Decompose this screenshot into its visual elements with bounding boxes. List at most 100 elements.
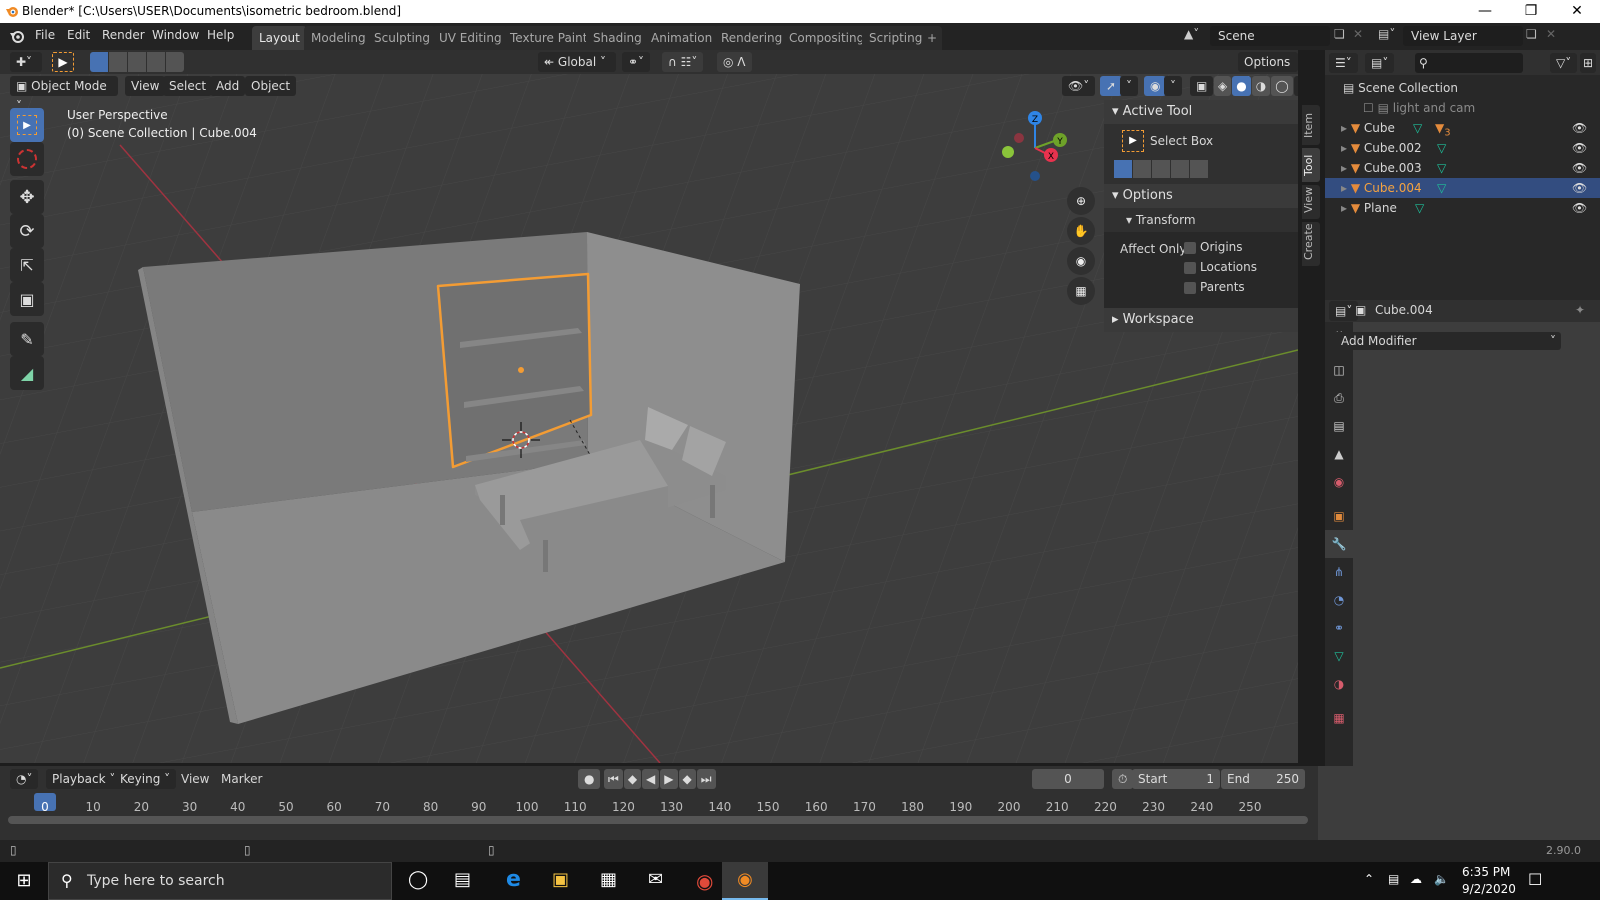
menu-object[interactable]: Object: [245, 76, 297, 96]
tab-world[interactable]: ◉: [1325, 468, 1353, 496]
material-shading-button[interactable]: ◑: [1251, 76, 1271, 96]
outliner-editor-type[interactable]: ☰˅: [1329, 53, 1358, 73]
tab-sculpting[interactable]: Sculpting: [367, 26, 438, 50]
shading-dropdown[interactable]: ˅: [1293, 76, 1298, 96]
menu-file[interactable]: File: [35, 28, 55, 42]
measure-tool[interactable]: ◢: [10, 356, 44, 390]
tab-data[interactable]: ▽: [1325, 642, 1353, 670]
display-mode-dropdown[interactable]: ▤˅: [1365, 53, 1395, 73]
volume-icon[interactable]: 🔈: [1434, 872, 1449, 886]
mode-extend-button[interactable]: [109, 52, 127, 72]
sidebar-tab-create[interactable]: Create: [1302, 222, 1320, 266]
tab-constraints[interactable]: ⚭: [1325, 614, 1353, 642]
mode-intersect-button[interactable]: [166, 52, 184, 72]
tab-output[interactable]: ⎙: [1325, 384, 1353, 412]
parents-checkbox[interactable]: Parents: [1184, 280, 1245, 294]
delete-view-layer-icon[interactable]: ✕: [1546, 27, 1556, 41]
gizmo-toggle[interactable]: ➚: [1100, 76, 1123, 96]
mode-new-button[interactable]: [1114, 160, 1132, 178]
view-layer-field[interactable]: View Layer: [1403, 26, 1523, 46]
visibility-eye-icon[interactable]: 👁: [1572, 118, 1587, 138]
move-tool[interactable]: ✥: [10, 180, 44, 214]
pin-icon[interactable]: ✦: [1575, 303, 1585, 317]
active-tool-header[interactable]: ▾ Active Tool: [1104, 100, 1298, 124]
select-box-tool[interactable]: ▶: [10, 108, 44, 142]
chrome-icon[interactable]: ◉: [696, 869, 713, 893]
mode-subtract-button[interactable]: [128, 52, 146, 72]
outliner-row-plane[interactable]: ▸ ▼ Plane ▽ 👁: [1325, 198, 1600, 218]
menu-add[interactable]: Add: [210, 76, 246, 96]
menu-edit[interactable]: Edit: [67, 28, 90, 42]
mode-subtract-button[interactable]: [1152, 160, 1170, 178]
visibility-dropdown[interactable]: 👁˅: [1062, 76, 1096, 96]
outliner-row-cube-004[interactable]: ▸ ▼ Cube.004 ▽ 👁: [1325, 178, 1600, 198]
pivot-point-dropdown[interactable]: ⚭˅: [622, 52, 651, 72]
tab-modeling[interactable]: Modeling: [304, 26, 373, 50]
filter-dropdown[interactable]: ▽˅: [1550, 53, 1578, 73]
scale-tool[interactable]: ⇱: [10, 248, 44, 282]
solid-shading-button[interactable]: ●: [1232, 76, 1251, 96]
mode-invert-button[interactable]: [1171, 160, 1189, 178]
menu-help[interactable]: Help: [207, 28, 234, 42]
visibility-eye-icon[interactable]: 👁: [1572, 158, 1587, 178]
transform-tool[interactable]: ▣: [10, 282, 44, 316]
exclude-checkbox[interactable]: ☐: [1363, 101, 1374, 115]
visibility-eye-icon[interactable]: 👁: [1572, 138, 1587, 158]
expand-arrow-icon[interactable]: ▸: [1341, 201, 1347, 215]
tab-view-layer[interactable]: ▤: [1325, 412, 1353, 440]
pan-button[interactable]: ✋: [1067, 217, 1095, 245]
tab-uv-editing[interactable]: UV Editing: [432, 26, 509, 50]
tab-shading[interactable]: Shading: [586, 26, 649, 50]
properties-editor-type[interactable]: ▤˅: [1329, 301, 1359, 321]
tab-particles[interactable]: ⋔: [1325, 558, 1353, 586]
sidebar-tab-view[interactable]: View: [1302, 185, 1320, 219]
network-icon[interactable]: ▤: [1388, 872, 1399, 886]
restore-button[interactable]: ❐: [1508, 0, 1554, 23]
camera-view-button[interactable]: ◉: [1067, 247, 1095, 275]
task-view-icon[interactable]: ▤: [454, 869, 471, 890]
menu-window[interactable]: Window: [152, 28, 199, 42]
mode-extend-button[interactable]: [1133, 160, 1151, 178]
tab-rendering[interactable]: Rendering: [714, 26, 790, 50]
tab-scene[interactable]: ▲: [1325, 440, 1353, 468]
new-collection-button[interactable]: ⊞: [1580, 53, 1597, 73]
tab-layout[interactable]: Layout: [252, 26, 307, 50]
visibility-eye-icon[interactable]: 👁: [1572, 198, 1587, 218]
mode-intersect-button[interactable]: [1190, 160, 1208, 178]
tray-expand-icon[interactable]: ⌃: [1364, 872, 1374, 886]
scene-icon[interactable]: ▲˅: [1184, 27, 1199, 41]
tab-object[interactable]: ▣: [1325, 502, 1353, 530]
gizmo-dropdown[interactable]: ˅: [1120, 76, 1138, 96]
menu-view[interactable]: View: [125, 76, 166, 96]
sidebar-tab-tool[interactable]: Tool: [1302, 148, 1320, 182]
close-button[interactable]: ✕: [1554, 0, 1600, 23]
rotate-tool[interactable]: ⟳: [10, 214, 44, 248]
tab-material[interactable]: ◑: [1325, 670, 1353, 698]
delete-scene-icon[interactable]: ✕: [1353, 27, 1363, 41]
expand-arrow-icon[interactable]: ▸: [1341, 121, 1347, 135]
mode-dropdown[interactable]: ▣ Object Mode ˅: [10, 76, 118, 113]
clock-date[interactable]: 9/2/2020: [1462, 882, 1516, 896]
timeline-scrollbar[interactable]: [8, 816, 1308, 824]
taskbar-search-box[interactable]: ⚲ Type here to search: [48, 862, 392, 900]
options-dropdown[interactable]: Options ˅: [1238, 52, 1298, 89]
expand-arrow-icon[interactable]: ▸: [1341, 161, 1347, 175]
menu-select[interactable]: Select: [163, 76, 213, 96]
proportional-edit-toggle[interactable]: ◎ Λ: [717, 52, 752, 72]
onedrive-icon[interactable]: ☁: [1410, 872, 1422, 886]
mail-icon[interactable]: ✉: [648, 869, 663, 890]
expand-arrow-icon[interactable]: ▸: [1341, 141, 1347, 155]
wireframe-shading-button[interactable]: ◈: [1214, 76, 1232, 96]
frame-ruler[interactable]: 0 10 20 30 40 50 60 70 80 90 100 110 120 130 140 150 160…: [0, 766, 1318, 840]
sidebar-tab-item[interactable]: Item: [1302, 105, 1320, 145]
overlay-dropdown[interactable]: ˅: [1164, 76, 1182, 96]
mode-invert-button[interactable]: [147, 52, 165, 72]
tab-physics[interactable]: ◔: [1325, 586, 1353, 614]
mode-new-button[interactable]: [90, 52, 108, 72]
new-view-layer-icon[interactable]: ❏: [1526, 27, 1537, 41]
options-header[interactable]: ▾ Options: [1104, 184, 1298, 208]
minimize-button[interactable]: —: [1462, 0, 1508, 23]
workspace-header[interactable]: ▸ Workspace: [1104, 308, 1298, 332]
tab-render[interactable]: ◫: [1325, 356, 1353, 384]
store-icon[interactable]: ▦: [600, 869, 617, 890]
